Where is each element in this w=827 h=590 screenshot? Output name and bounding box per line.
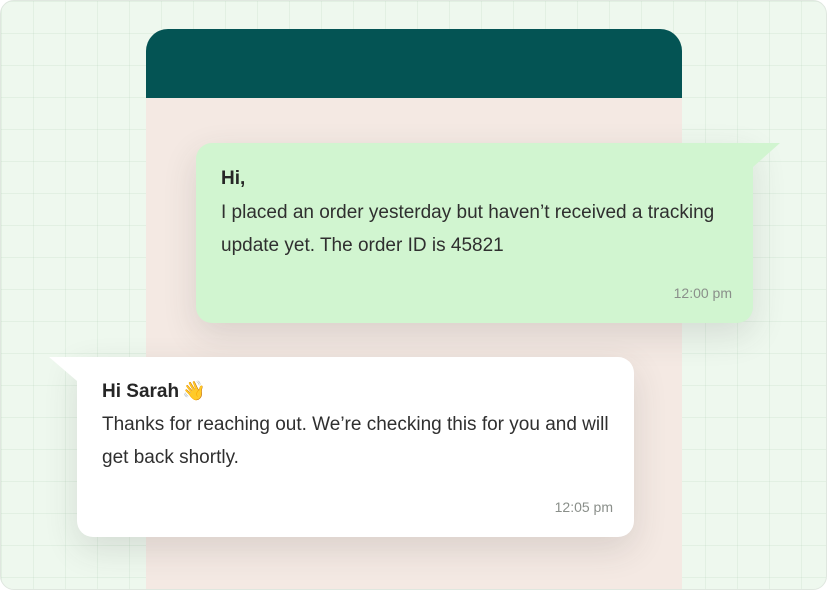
incoming-message-bubble: Hi Sarah 👋 Thanks for reaching out. We’re… [49,357,634,537]
waving-hand-icon: 👋 [182,381,206,402]
incoming-greeting: Hi Sarah 👋 [102,379,206,403]
incoming-message-text: Thanks for reaching out. We’re checking … [102,414,609,468]
outgoing-message-text: I placed an order yesterday but haven’t … [221,202,715,256]
outgoing-timestamp: 12:00 pm [673,285,732,301]
incoming-greeting-text: Hi Sarah [102,381,180,402]
outgoing-message-bubble: Hi, I placed an order yesterday but have… [196,143,780,323]
incoming-timestamp: 12:05 pm [554,499,613,515]
outgoing-greeting: Hi, [221,168,246,189]
chat-header [146,29,682,98]
illustration-canvas: Hi, I placed an order yesterday but have… [0,0,827,590]
